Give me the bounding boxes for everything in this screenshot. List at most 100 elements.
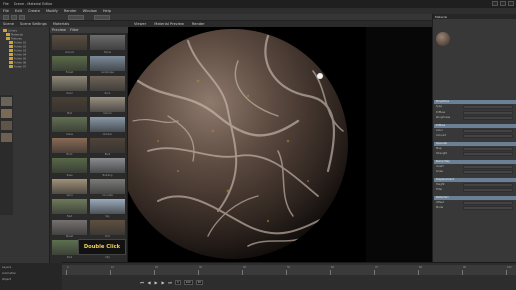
timeline-tick-label: 90 <box>463 266 467 269</box>
play-icon[interactable]: ▶ <box>154 280 158 285</box>
thumbnail-label: Grass <box>66 132 73 136</box>
property-field[interactable] <box>463 206 513 210</box>
menu-item-edit[interactable]: Edit <box>15 9 22 13</box>
recent-thumb[interactable] <box>1 97 12 106</box>
minimize-button[interactable] <box>492 1 498 6</box>
material-thumbnail[interactable] <box>90 178 125 194</box>
tree-item[interactable]: Folder 03 <box>9 49 26 52</box>
step-back-icon[interactable]: ◀ <box>147 280 151 285</box>
material-thumbnail[interactable] <box>90 117 125 132</box>
menu-item-render[interactable]: Render <box>64 9 77 13</box>
browser-preview-label[interactable]: Preview <box>52 28 66 32</box>
section-header[interactable]: Specular <box>434 141 516 146</box>
material-thumbnail[interactable] <box>52 76 87 91</box>
tab-scene-settings[interactable]: Scene Settings <box>20 22 47 26</box>
tree-item[interactable]: Folder 02 <box>9 45 26 48</box>
menu-item-help[interactable]: Help <box>103 9 111 13</box>
select-tool-button[interactable] <box>3 15 9 20</box>
material-thumbnail[interactable] <box>90 55 125 71</box>
light-gizmo[interactable] <box>317 73 323 79</box>
thumbnail-label: Trees <box>66 173 73 177</box>
material-thumbnail[interactable] <box>52 158 87 173</box>
property-field[interactable] <box>463 146 513 151</box>
property-field[interactable] <box>463 200 513 205</box>
material-thumbnail[interactable] <box>90 35 125 50</box>
tree-item[interactable]: Folder 05 <box>9 57 26 60</box>
section-header[interactable]: Reflection <box>434 195 516 200</box>
timeline-tick <box>462 270 463 275</box>
property-field[interactable] <box>463 182 513 187</box>
thumbnail-label: Concrete <box>102 194 113 197</box>
menu-item-modify[interactable]: Modify <box>46 9 58 13</box>
skip-end-icon[interactable]: ⏭ <box>168 280 172 285</box>
property-field[interactable] <box>463 164 513 169</box>
material-thumbnail[interactable] <box>52 137 87 153</box>
object-label[interactable]: Object <box>2 277 11 281</box>
material-thumbnail[interactable] <box>52 199 87 214</box>
material-thumbnail[interactable] <box>52 35 87 50</box>
property-field[interactable] <box>463 170 513 174</box>
recent-thumb[interactable] <box>1 109 12 118</box>
view-dropdown[interactable] <box>94 15 110 20</box>
property-field[interactable] <box>463 128 513 133</box>
timeline-tick-label: 0 <box>67 266 69 269</box>
property-label: Map <box>436 146 442 150</box>
recent-thumb[interactable] <box>1 121 12 130</box>
menu-item-file[interactable]: File <box>3 9 9 13</box>
material-thumbnail[interactable] <box>90 219 125 235</box>
animation-label[interactable]: Animation <box>2 271 16 275</box>
menu-item-window[interactable]: Window <box>83 9 97 13</box>
layout-dropdown[interactable] <box>68 15 84 20</box>
section-header[interactable]: Bump Map <box>434 159 516 164</box>
browser-filter-label[interactable]: Filter <box>70 28 79 32</box>
material-swatch[interactable] <box>436 32 450 46</box>
material-thumbnail[interactable] <box>52 219 87 235</box>
section-header[interactable]: Properties <box>434 100 516 104</box>
material-thumbnail[interactable] <box>52 55 87 71</box>
tree-item[interactable]: Textures <box>6 37 22 40</box>
material-thumbnail[interactable] <box>52 117 87 132</box>
playback-controls: ⏮ ◀ ▶ ▶ ⏭ 0 100 30 <box>62 279 516 286</box>
property-field[interactable] <box>463 116 513 120</box>
material-thumbnail[interactable] <box>90 199 125 214</box>
move-tool-button[interactable] <box>11 15 17 20</box>
viewport[interactable]: Viewer Material Preview Render <box>128 21 432 262</box>
rotate-tool-button[interactable] <box>19 15 25 20</box>
tree-item[interactable]: Folder 01 <box>9 41 26 44</box>
close-button[interactable] <box>508 1 514 6</box>
thumbnail-label: Street <box>65 235 74 238</box>
layers-label[interactable]: Layers <box>2 265 11 269</box>
material-browser: Preview Filter Ground Stone Forest Landscap… <box>50 27 128 263</box>
property-label: Color <box>436 128 443 132</box>
timeline-ruler[interactable]: 0 10 20 30 40 50 60 70 80 90 100 <box>62 265 516 275</box>
property-field[interactable] <box>463 188 513 192</box>
material-thumbnail[interactable] <box>52 96 87 112</box>
property-field[interactable] <box>463 110 513 115</box>
material-thumbnail[interactable] <box>52 178 87 194</box>
section-header[interactable]: Displacement <box>434 177 516 182</box>
section-header[interactable]: Diffuse <box>434 123 516 128</box>
material-thumbnail[interactable] <box>90 137 125 153</box>
recent-thumb[interactable] <box>1 133 12 142</box>
step-forward-icon[interactable]: ▶ <box>161 280 165 285</box>
tab-scene[interactable]: Scene <box>3 22 14 26</box>
property-field[interactable] <box>463 105 513 109</box>
tab-materials[interactable]: Materials <box>53 22 69 26</box>
maximize-button[interactable] <box>500 1 506 6</box>
property-field[interactable] <box>463 134 513 138</box>
fps-field[interactable]: 30 <box>195 280 203 285</box>
end-frame-field[interactable]: 100 <box>183 280 193 285</box>
tree-item[interactable]: Materials <box>6 33 23 36</box>
material-thumbnail[interactable] <box>90 158 125 173</box>
tree-item[interactable]: Folder 07 <box>9 65 26 68</box>
tree-item[interactable]: Folder 04 <box>9 53 26 56</box>
material-thumbnail[interactable] <box>90 76 125 91</box>
menu-item-create[interactable]: Create <box>28 9 40 13</box>
material-thumbnail[interactable] <box>90 96 125 112</box>
tree-item[interactable]: Folder 06 <box>9 61 26 64</box>
browser-header: Preview Filter <box>50 27 128 33</box>
property-field[interactable] <box>463 152 513 156</box>
frame-field[interactable]: 0 <box>175 280 181 285</box>
tree-item[interactable]: Library <box>3 29 17 32</box>
skip-start-icon[interactable]: ⏮ <box>140 280 144 285</box>
